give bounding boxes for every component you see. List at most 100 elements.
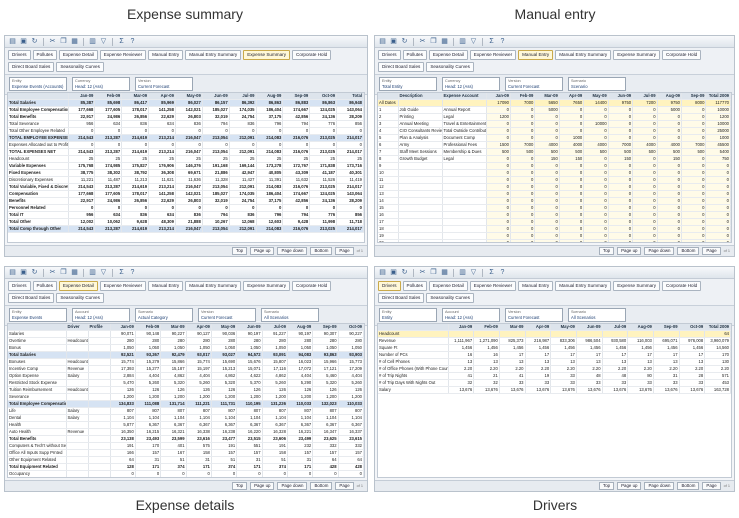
data-cell[interactable]: 0 [282,141,311,149]
data-cell[interactable]: 0 [256,127,284,135]
data-cell[interactable]: 1,050 [186,344,212,352]
data-cell[interactable]: 11,213 [121,176,150,184]
data-cell[interactable]: 807 [160,407,187,415]
data-cell[interactable]: 86,948 [336,99,364,107]
data-cell[interactable]: 6,367 [262,421,288,429]
data-cell[interactable]: 51 [160,456,187,464]
data-cell[interactable] [525,330,552,338]
data-cell[interactable]: 0 [486,239,511,242]
data-cell[interactable]: 1,456 [448,344,475,352]
data-cell[interactable]: 5,260 [338,379,364,387]
tab-expense-summary[interactable]: Expense Summary [243,50,290,60]
data-cell[interactable]: 174,667 [282,190,311,198]
data-cell[interactable]: 25 [175,155,203,163]
data-cell[interactable]: 214,543 [68,183,96,191]
data-cell[interactable]: 0 [486,232,511,240]
data-cell[interactable]: 2.20 [499,365,526,373]
data-cell[interactable]: 0 [202,127,230,135]
data-cell[interactable]: 4,862 [211,372,238,380]
data-cell[interactable]: 33 [576,379,603,387]
filter-dropdown[interactable]: Account Head: 12 (Ass) [442,308,500,322]
data-cell[interactable]: 214,017 [336,183,364,191]
data-cell[interactable]: 0 [559,204,585,212]
filter-dropdown[interactable]: Currency Head: 12 (Ass) [72,77,130,91]
data-cell[interactable]: 7000 [681,141,707,149]
nav-top-button[interactable]: Top [232,247,248,255]
data-cell[interactable]: 0 [94,204,123,212]
data-cell[interactable]: 0 [681,134,707,142]
data-cell[interactable]: 0 [583,155,609,163]
nav-page-down-button[interactable]: Page down [277,247,308,255]
data-cell[interactable]: 1000 [705,134,731,142]
tab-pollutes[interactable]: Pollutes [402,281,427,291]
data-cell[interactable]: 42,947 [229,169,257,177]
filter-dropdown[interactable]: Scenario All Scenarios [261,308,319,322]
tab-manual-entry-summary[interactable]: Manual Entry Summary [185,50,242,60]
data-cell[interactable]: 0 [559,106,585,114]
data-cell[interactable] [499,330,526,338]
data-cell[interactable]: 43,309 [282,169,311,177]
data-cell[interactable]: 16,215 [135,428,162,436]
data-cell[interactable]: 0 [175,141,203,149]
data-cell[interactable]: 2.20 [602,365,629,373]
data-cell[interactable]: 9,628 [121,218,150,226]
data-cell[interactable]: 25 [202,155,230,163]
data-cell[interactable]: 19 [525,372,552,380]
data-cell[interactable]: 280 [135,337,162,345]
data-cell[interactable]: 551 [236,442,263,450]
data-cell[interactable]: 0 [608,204,634,212]
data-cell[interactable]: 23,499 [287,435,314,443]
data-cell[interactable]: 2.20 [627,365,654,373]
filter-dropdown[interactable]: Scenario All Scenarios [568,308,626,322]
data-cell[interactable]: 40,805 [256,169,284,177]
data-cell[interactable]: 0 [608,106,634,114]
data-cell[interactable]: 0 [309,204,338,212]
data-cell[interactable]: 0 [681,113,707,121]
data-cell[interactable]: 0 [534,127,560,135]
data-cell[interactable]: 0 [657,239,683,242]
data-cell[interactable]: 6,367 [211,421,238,429]
data-cell[interactable]: 2,383 [135,478,160,479]
tab-manual-entry-summary[interactable]: Manual Entry Summary [555,50,612,60]
data-cell[interactable]: 836 [121,211,150,219]
data-cell[interactable]: 0 [236,470,263,477]
data-cell[interactable]: 836 [229,120,257,128]
data-cell[interactable]: 10000 [705,106,731,114]
data-cell[interactable]: 21 [473,372,500,380]
data-cell[interactable]: 126 [287,386,314,394]
tab-seasonality-curves[interactable]: Seasonality Curves [56,293,104,303]
tab-manual-entry-summary[interactable]: Manual Entry Summary [555,281,612,291]
data-cell[interactable]: 0 [657,169,683,177]
data-cell[interactable]: 85,969 [148,99,176,107]
data-cell[interactable]: 0 [229,141,257,149]
data-cell[interactable]: 0 [705,211,731,219]
nav-page-up-button[interactable]: Page up [250,247,275,255]
grid-icon[interactable]: ▦ [440,269,449,277]
data-cell[interactable]: 2,383 [262,478,287,479]
data-cell[interactable]: 13 [473,358,500,366]
data-cell[interactable]: 13,676 [602,386,629,394]
data-cell[interactable]: 12,068 [229,218,257,226]
data-cell[interactable]: 126 [160,386,187,394]
data-cell[interactable]: 15,807 [262,358,288,366]
data-cell[interactable]: 10000 [705,120,731,128]
data-cell[interactable]: 0 [583,162,609,170]
data-cell[interactable]: 13 [627,358,654,366]
data-cell[interactable]: 16,338 [186,428,212,436]
tab-seasonality-curves[interactable]: Seasonality Curves [426,62,474,72]
data-cell[interactable]: 0 [681,225,707,233]
data-cell[interactable]: 7650 [559,99,585,107]
data-cell[interactable]: 11,427 [229,176,257,184]
data-cell[interactable]: 0 [486,197,511,205]
data-cell[interactable]: 0 [510,162,536,170]
data-cell[interactable]: 0 [148,204,176,212]
data-cell[interactable]: 173,716 [336,162,364,170]
cut-icon[interactable]: ✂ [418,38,427,46]
tab-expense-detail[interactable]: Expense Detail [428,281,468,291]
data-cell[interactable]: 0 [681,211,707,219]
data-cell[interactable]: 32,019 [202,197,230,205]
data-cell[interactable]: 0 [110,470,136,477]
data-cell[interactable]: 401 [160,442,187,450]
data-cell[interactable]: 0 [583,106,609,114]
data-cell[interactable]: 86,863 [256,99,284,107]
